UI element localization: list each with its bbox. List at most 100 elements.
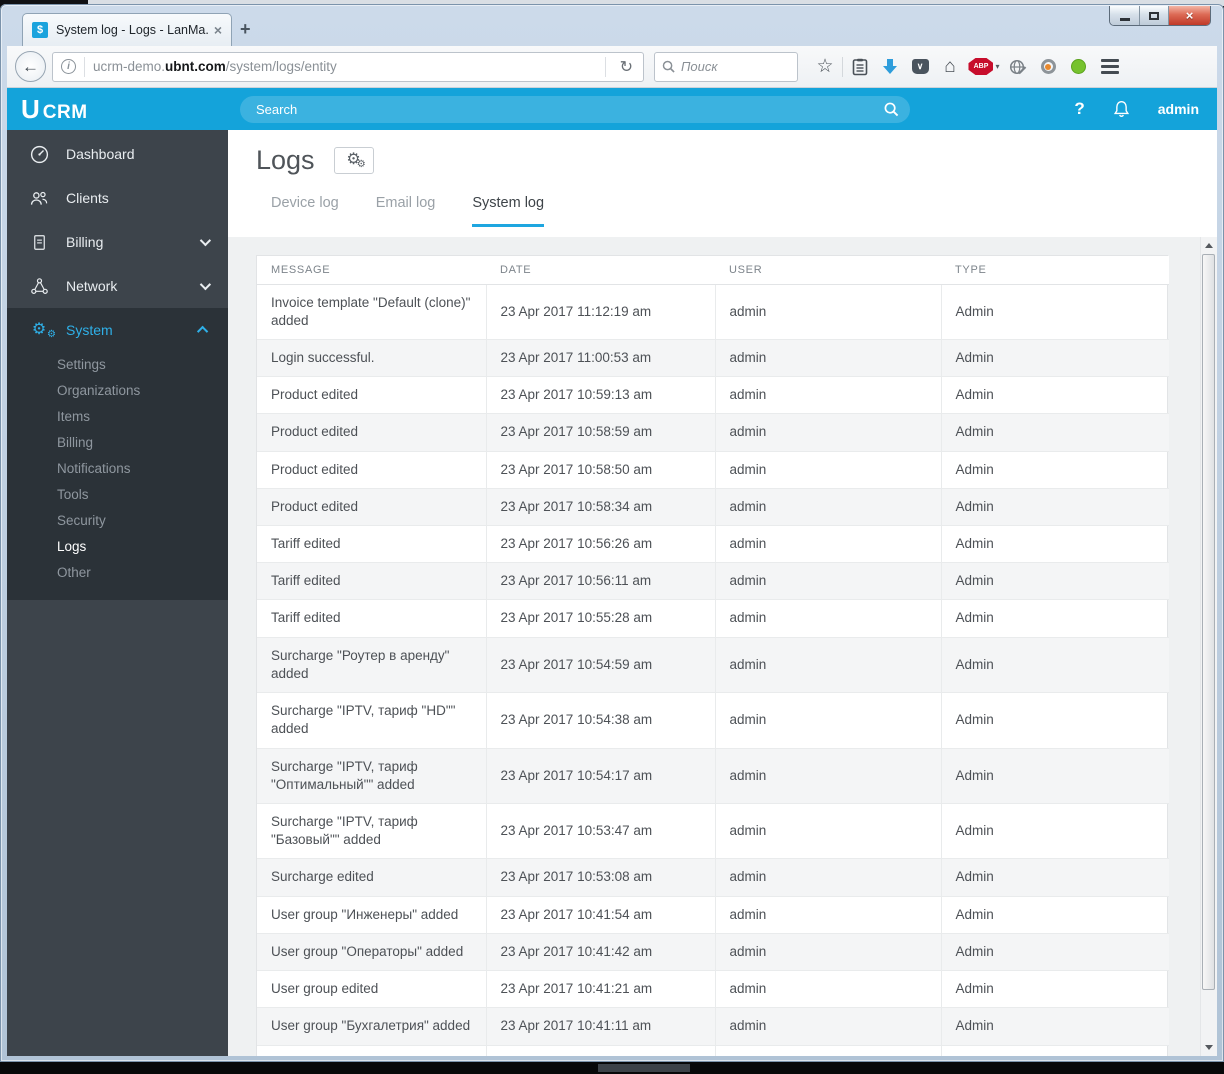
status-green-icon[interactable]: [1063, 54, 1093, 80]
log-cell-date: 23 Apr 2017 10:58:34 am: [486, 487, 716, 526]
log-cell-message: Tariff edited: [257, 562, 487, 600]
log-cell-message: Tariff edited: [257, 599, 487, 638]
back-button[interactable]: ←: [15, 51, 46, 82]
app-header: U CRM Search ? admin: [7, 88, 1217, 130]
browser-toolbar: ← i ucrm-demo.ubnt.com/system/logs/entit…: [7, 46, 1217, 88]
clients-icon: [27, 188, 51, 209]
log-row: User group edited 23 Apr 2017 10:41:21 am…: [257, 970, 1169, 1008]
translate-globe-icon[interactable]: [1003, 54, 1033, 80]
log-cell-user: admin: [715, 338, 942, 377]
toolbar-separator: [842, 56, 843, 77]
app-search-input[interactable]: Search: [240, 95, 910, 123]
adblock-plus-icon[interactable]: ABP ▾: [965, 54, 1003, 80]
sidebar-subitem-logs[interactable]: Logs: [7, 534, 228, 560]
new-tab-button[interactable]: +: [240, 19, 251, 40]
tab-system-log[interactable]: System log: [472, 195, 545, 227]
tab-email-log[interactable]: Email log: [376, 195, 436, 227]
log-cell-message: Product edited: [257, 487, 487, 526]
browser-tab[interactable]: $ System log - Logs - LanMa... ×: [22, 13, 232, 46]
log-cell-user: admin: [715, 692, 942, 749]
scrollbar-up-button[interactable]: [1201, 237, 1217, 254]
notifications-bell-icon[interactable]: [1112, 100, 1131, 118]
sidebar-subitem-billing[interactable]: Billing: [7, 430, 228, 456]
log-cell-user: admin: [715, 450, 942, 489]
log-cell-message: Login successful.: [257, 1044, 487, 1056]
sidebar-item-label: Clients: [66, 190, 109, 206]
log-cell-type: Admin: [941, 376, 1169, 414]
log-row: Surcharge "IPTV, тариф "HD"" added 23 Apr…: [257, 692, 1169, 749]
sidebar-subitem-tools[interactable]: Tools: [7, 482, 228, 508]
close-button[interactable]: ×: [1168, 6, 1210, 25]
browser-tabstrip: $ System log - Logs - LanMa... × + ×: [0, 6, 1224, 46]
log-cell-type: Admin: [941, 599, 1169, 638]
reload-icon[interactable]: ↻: [614, 57, 639, 77]
scrollbar-down-button[interactable]: [1201, 1039, 1217, 1056]
browser-search-input[interactable]: Поиск: [654, 51, 798, 82]
log-cell-type: Admin: [941, 525, 1169, 563]
minimize-button[interactable]: [1110, 6, 1139, 25]
menu-hamburger-icon[interactable]: [1101, 59, 1119, 74]
sidebar-system-section: ⚙ ⚙ System Settings Organizations Items Bill…: [7, 308, 228, 600]
chevron-down-icon: [199, 234, 212, 247]
help-icon[interactable]: ?: [1074, 99, 1084, 119]
log-cell-date: 23 Apr 2017 11:12:19 am: [486, 283, 716, 340]
url-bar[interactable]: i ucrm-demo.ubnt.com/system/logs/entity …: [52, 51, 644, 82]
maximize-icon: [1149, 11, 1159, 20]
log-cell-type: Admin: [941, 450, 1169, 489]
url-text[interactable]: ucrm-demo.ubnt.com/system/logs/entity: [93, 59, 597, 74]
log-cell-date: 23 Apr 2017 10:54:17 am: [486, 747, 716, 804]
downloads-icon[interactable]: [875, 54, 905, 80]
taskbar-segment: [598, 1064, 690, 1072]
taskbar: [0, 1062, 1224, 1074]
bookmarks-list-icon[interactable]: [845, 54, 875, 80]
tab-device-log[interactable]: Device log: [271, 195, 339, 227]
sidebar-item-dashboard[interactable]: Dashboard: [7, 132, 228, 176]
sidebar-subitem-items[interactable]: Items: [7, 404, 228, 430]
sidebar-subitem-settings[interactable]: Settings: [7, 352, 228, 378]
log-cell-user: admin: [715, 1044, 942, 1056]
log-cell-date: 23 Apr 2017 10:56:26 am: [486, 525, 716, 563]
log-cell-user: admin: [715, 562, 942, 600]
sidebar-subitem-organizations[interactable]: Organizations: [7, 378, 228, 404]
ucrm-logo[interactable]: U CRM: [7, 94, 228, 125]
sidebar-item-label: System: [66, 322, 113, 338]
log-cell-user: admin: [715, 858, 942, 897]
log-row: Product edited 23 Apr 2017 10:58:50 am adm…: [257, 450, 1169, 489]
log-row: Surcharge edited 23 Apr 2017 10:53:08 am a…: [257, 858, 1169, 897]
home-icon[interactable]: ⌂: [935, 54, 965, 80]
user-menu[interactable]: admin: [1158, 101, 1199, 117]
log-cell-message: Surcharge "IPTV, тариф "Базовый"" added: [257, 802, 487, 859]
gears-icon: ⚙ ⚙: [31, 321, 56, 340]
log-cell-date: 23 Apr 2017 10:54:59 am: [486, 636, 716, 693]
log-cell-type: Admin: [941, 338, 1169, 377]
log-cell-user: admin: [715, 487, 942, 526]
log-cell-message: Tariff edited: [257, 525, 487, 563]
log-cell-type: Admin: [941, 747, 1169, 804]
tab-close-icon[interactable]: ×: [214, 22, 222, 38]
sidebar-subitem-other[interactable]: Other: [7, 560, 228, 586]
log-cell-message: Product edited: [257, 376, 487, 414]
sidebar-item-system[interactable]: ⚙ ⚙ System: [7, 308, 228, 352]
log-cell-type: Admin: [941, 970, 1169, 1008]
scrollbar-thumb[interactable]: [1202, 254, 1215, 990]
sidebar-item-clients[interactable]: Clients: [7, 176, 228, 220]
log-tabs: Device log Email log System log: [271, 195, 1217, 227]
extension-gear-icon[interactable]: [1033, 54, 1063, 80]
log-cell-user: admin: [715, 599, 942, 638]
log-cell-type: Admin: [941, 487, 1169, 526]
log-row: Surcharge "IPTV, тариф "Базовый"" added 2…: [257, 802, 1169, 859]
maximize-button[interactable]: [1139, 6, 1168, 25]
sidebar-item-network[interactable]: Network: [7, 264, 228, 308]
log-cell-date: 23 Apr 2017 10:41:42 am: [486, 932, 716, 971]
vertical-scrollbar[interactable]: [1200, 237, 1217, 1056]
log-cell-date: 23 Apr 2017 10:20:43 am: [486, 1044, 716, 1056]
sidebar-subitem-notifications[interactable]: Notifications: [7, 456, 228, 482]
bookmark-star-icon[interactable]: ☆: [810, 54, 840, 80]
site-info-icon[interactable]: i: [61, 59, 76, 74]
pocket-icon[interactable]: ∨: [905, 54, 935, 80]
log-settings-button[interactable]: ⚙ ⚙: [333, 146, 374, 174]
log-row: Login successful.23 Apr 2017 10:20:43 am…: [257, 1044, 1169, 1056]
sidebar-item-billing[interactable]: Billing: [7, 220, 228, 264]
sidebar-subitem-security[interactable]: Security: [7, 508, 228, 534]
log-cell-date: 23 Apr 2017 10:58:59 am: [486, 413, 716, 452]
